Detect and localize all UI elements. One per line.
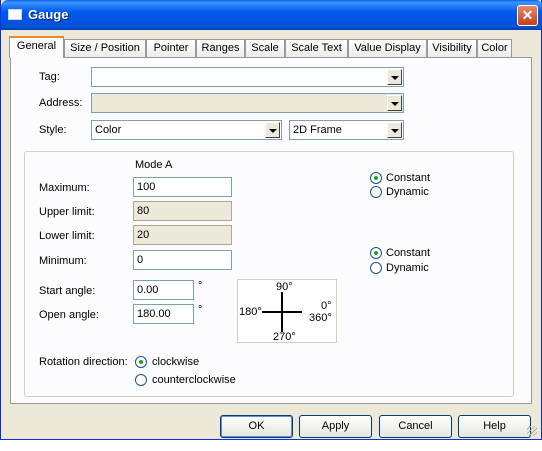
rotation-direction-label: Rotation direction: bbox=[39, 356, 128, 368]
tag-combobox[interactable] bbox=[91, 67, 404, 87]
tab-value-display[interactable]: Value Display bbox=[348, 39, 427, 57]
clockwise-radio[interactable] bbox=[135, 356, 147, 368]
open-angle-label: Open angle: bbox=[39, 309, 99, 321]
minimum-field[interactable]: 0 bbox=[133, 250, 232, 270]
title-bar[interactable]: Gauge ✕ bbox=[1, 0, 542, 30]
chevron-down-icon[interactable] bbox=[387, 95, 402, 111]
mode-heading: Mode A bbox=[135, 159, 173, 171]
window-icon bbox=[8, 9, 22, 20]
dial-label-0: 0° bbox=[321, 300, 332, 312]
max-constant-radio[interactable] bbox=[370, 172, 382, 184]
maximum-value: 100 bbox=[137, 181, 156, 193]
start-angle-degree: ° bbox=[198, 280, 203, 292]
dial-label-270: 270° bbox=[273, 331, 296, 343]
open-angle-value: 180.00 bbox=[137, 308, 171, 320]
resize-grip-icon[interactable] bbox=[527, 426, 537, 436]
tab-pointer[interactable]: Pointer bbox=[146, 39, 196, 57]
tab-size-position[interactable]: Size / Position bbox=[64, 39, 146, 57]
chevron-down-icon[interactable] bbox=[387, 69, 402, 85]
window-title: Gauge bbox=[28, 7, 69, 22]
min-dynamic-label[interactable]: Dynamic bbox=[386, 262, 429, 274]
open-angle-field[interactable]: 180.00 bbox=[133, 304, 194, 324]
frame-value: 2D Frame bbox=[293, 124, 342, 136]
counterclockwise-radio[interactable] bbox=[135, 374, 147, 386]
ok-button[interactable]: OK bbox=[220, 415, 293, 438]
maximum-label: Maximum: bbox=[39, 182, 90, 194]
lower-limit-value: 20 bbox=[137, 229, 150, 241]
dial-label-90: 90° bbox=[276, 281, 293, 293]
tab-general[interactable]: General bbox=[9, 36, 64, 58]
cancel-button[interactable]: Cancel bbox=[379, 415, 452, 438]
lower-limit-field: 20 bbox=[133, 225, 232, 245]
min-constant-radio[interactable] bbox=[370, 247, 382, 259]
maximum-field[interactable]: 100 bbox=[133, 177, 232, 197]
min-dynamic-radio[interactable] bbox=[370, 262, 382, 274]
chevron-down-icon[interactable] bbox=[265, 122, 280, 138]
dial-label-360: 360° bbox=[309, 312, 332, 324]
open-angle-degree: ° bbox=[198, 304, 203, 316]
dial-label-180: 180° bbox=[239, 306, 262, 318]
lower-limit-label: Lower limit: bbox=[39, 230, 95, 242]
max-dynamic-radio[interactable] bbox=[370, 186, 382, 198]
start-angle-value: 0.00 bbox=[137, 284, 159, 296]
help-button[interactable]: Help bbox=[458, 415, 531, 438]
start-angle-label: Start angle: bbox=[39, 285, 96, 297]
style-label: Style: bbox=[39, 124, 67, 136]
minimum-label: Minimum: bbox=[39, 255, 87, 267]
max-dynamic-label[interactable]: Dynamic bbox=[386, 186, 429, 198]
upper-limit-value: 80 bbox=[137, 205, 150, 217]
close-button[interactable]: ✕ bbox=[517, 5, 538, 26]
tag-label: Tag: bbox=[39, 71, 60, 83]
address-label: Address: bbox=[39, 97, 83, 109]
counterclockwise-label[interactable]: counterclockwise bbox=[152, 374, 236, 386]
tab-scale-text[interactable]: Scale Text bbox=[285, 39, 348, 57]
tab-color[interactable]: Color bbox=[477, 39, 512, 57]
upper-limit-field: 80 bbox=[133, 201, 232, 221]
chevron-down-icon[interactable] bbox=[387, 122, 402, 138]
tab-scale[interactable]: Scale bbox=[245, 39, 285, 57]
tab-visibility[interactable]: Visibility bbox=[427, 39, 477, 57]
address-combobox[interactable] bbox=[91, 93, 404, 113]
start-angle-field[interactable]: 0.00 bbox=[133, 280, 194, 300]
minimum-value: 0 bbox=[137, 254, 144, 266]
clockwise-label[interactable]: clockwise bbox=[152, 356, 199, 368]
style-value: Color bbox=[95, 124, 122, 136]
max-constant-label[interactable]: Constant bbox=[386, 172, 430, 184]
tab-ranges[interactable]: Ranges bbox=[196, 39, 245, 57]
apply-button[interactable]: Apply bbox=[299, 415, 372, 438]
gauge-dialog: Gauge ✕ General Size / Position Pointer … bbox=[0, 0, 542, 440]
style-combobox[interactable]: Color bbox=[91, 120, 282, 140]
angle-diagram: 90° 180° 0° 360° 270° bbox=[237, 279, 337, 343]
frame-combobox[interactable]: 2D Frame bbox=[289, 120, 404, 140]
upper-limit-label: Upper limit: bbox=[39, 206, 95, 218]
min-constant-label[interactable]: Constant bbox=[386, 247, 430, 259]
dial-vertical-axis bbox=[281, 292, 283, 332]
